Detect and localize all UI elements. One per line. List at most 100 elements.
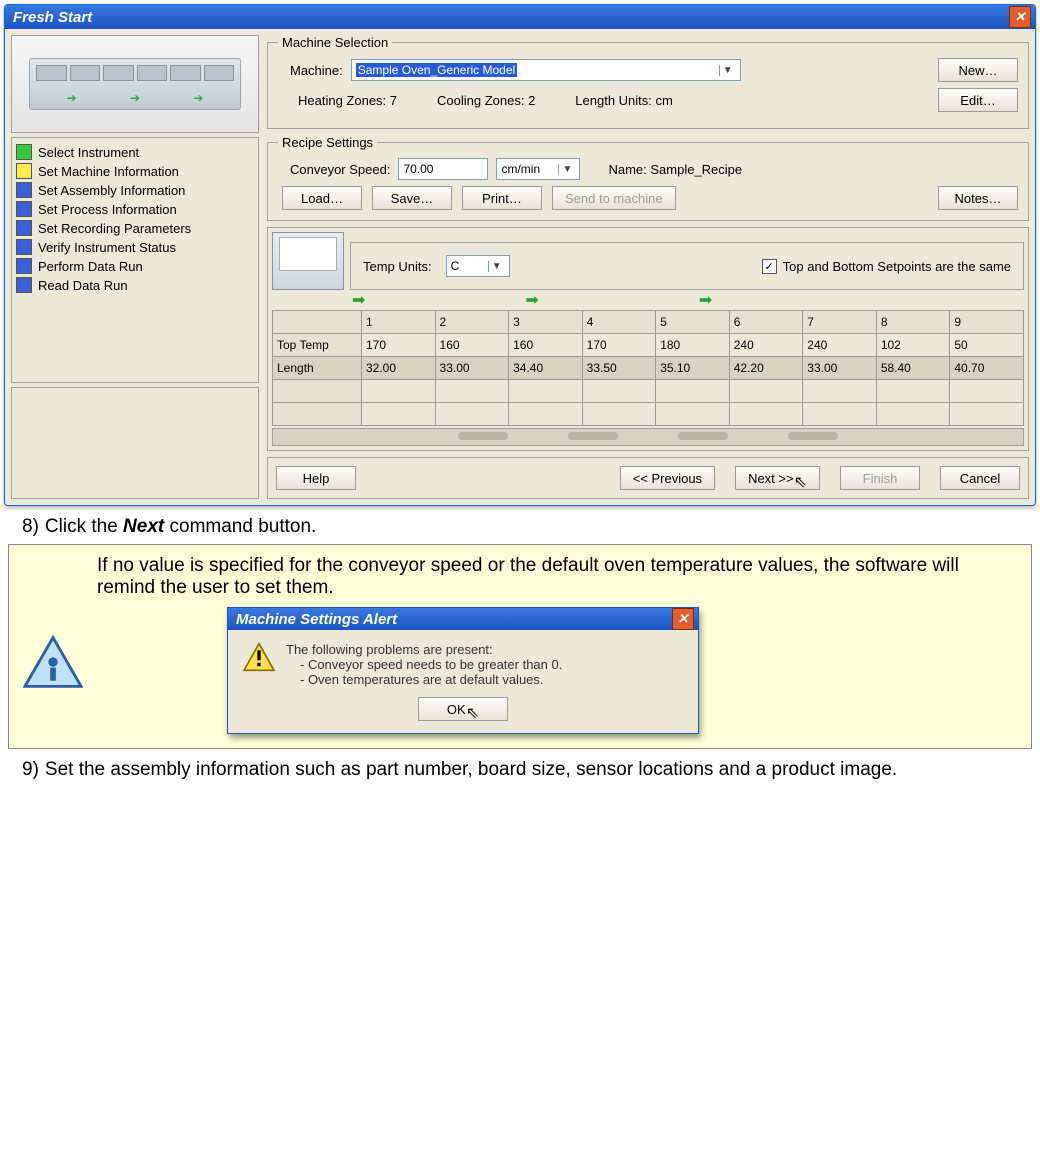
step-status-icon (16, 277, 32, 293)
temp-unit-value: C (451, 259, 460, 273)
wizard-step[interactable]: Set Recording Parameters (16, 220, 252, 236)
info-triangle-icon (23, 635, 83, 689)
conveyor-unit-dropdown[interactable]: cm/min ▼ (496, 158, 580, 180)
step-status-icon (16, 201, 32, 217)
step-status-icon (16, 182, 32, 198)
zone-header: 9 (950, 311, 1024, 334)
next-button[interactable]: Next >>⇖ (735, 466, 820, 490)
machine-dropdown[interactable]: Sample Oven_Generic Model ▼ (351, 59, 741, 81)
length-units-label: Length Units: cm (575, 93, 673, 108)
fresh-start-titlebar[interactable]: Fresh Start ✕ (5, 5, 1035, 29)
arrow-icon: ➡ (352, 290, 365, 310)
wizard-step[interactable]: Read Data Run (16, 277, 252, 293)
heating-zones-label: Heating Zones: 7 (298, 93, 397, 108)
temp-units-label: Temp Units: (363, 259, 432, 274)
close-icon[interactable]: ✕ (672, 608, 694, 630)
zone-header: 4 (582, 311, 656, 334)
zone-cell[interactable]: 50 (950, 334, 1024, 357)
step-status-icon (16, 163, 32, 179)
zone-cell[interactable]: 58.40 (876, 357, 950, 380)
same-setpoints-checkbox[interactable]: ✓ (762, 259, 777, 274)
alert-line-2: - Oven temperatures are at default value… (300, 672, 562, 687)
wizard-step[interactable]: Set Assembly Information (16, 182, 252, 198)
machine-value: Sample Oven_Generic Model (356, 63, 517, 77)
zone-cell[interactable]: 240 (729, 334, 803, 357)
zone-cell[interactable]: 160 (435, 334, 509, 357)
alert-dialog: Machine Settings Alert ✕ The following p… (227, 607, 699, 734)
zone-cell[interactable]: 32.00 (362, 357, 436, 380)
print-button[interactable]: Print… (462, 186, 542, 210)
alert-title: Machine Settings Alert (236, 611, 397, 628)
edit-machine-button[interactable]: Edit… (938, 88, 1018, 112)
wizard-step[interactable]: Set Process Information (16, 201, 252, 217)
zone-cell[interactable]: 240 (803, 334, 877, 357)
next-label: Next >> (748, 471, 794, 486)
zone-cell[interactable]: 40.70 (950, 357, 1024, 380)
zone-cell[interactable]: 42.20 (729, 357, 803, 380)
step-status-icon (16, 258, 32, 274)
temp-unit-dropdown[interactable]: C ▼ (446, 255, 510, 277)
alert-line-1: - Conveyor speed needs to be greater tha… (300, 657, 562, 672)
zone-cell[interactable]: 170 (362, 334, 436, 357)
window-title: Fresh Start (13, 9, 92, 26)
zone-header: 5 (656, 311, 730, 334)
instruction-9-text: Set the assembly information such as par… (45, 759, 897, 780)
recipe-settings-group: Recipe Settings Conveyor Speed: cm/min ▼… (267, 135, 1029, 221)
alert-titlebar[interactable]: Machine Settings Alert ✕ (228, 608, 698, 630)
zone-cell[interactable]: 34.40 (509, 357, 583, 380)
zone-header: 8 (876, 311, 950, 334)
wizard-step[interactable]: Set Machine Information (16, 163, 252, 179)
arrow-icon: ➡ (525, 290, 538, 310)
zone-row-header: Top Temp (273, 334, 362, 357)
wizard-step[interactable]: Select Instrument (16, 144, 252, 160)
load-button[interactable]: Load… (282, 186, 362, 210)
zone-table[interactable]: 123456789Top Temp17016016017018024024010… (272, 310, 1024, 426)
save-button[interactable]: Save… (372, 186, 452, 210)
zone-cell[interactable]: 33.00 (803, 357, 877, 380)
zone-cell[interactable]: 180 (656, 334, 730, 357)
monitor-icon (272, 232, 344, 290)
zone-header: 2 (435, 311, 509, 334)
arrow-icon: ➔ (193, 91, 203, 105)
horizontal-scrollbar[interactable] (272, 428, 1024, 446)
blank-panel (11, 387, 259, 499)
zone-header: 1 (362, 311, 436, 334)
arrow-icon: ➔ (67, 91, 77, 105)
zone-cell[interactable]: 35.10 (656, 357, 730, 380)
wizard-steps-list: Select Instrument Set Machine Information… (11, 137, 259, 383)
zone-cell[interactable]: 160 (509, 334, 583, 357)
help-button[interactable]: Help (276, 466, 356, 490)
conveyor-label: Conveyor Speed: (290, 162, 390, 177)
cancel-button[interactable]: Cancel (940, 466, 1020, 490)
new-machine-button[interactable]: New… (938, 58, 1018, 82)
previous-button[interactable]: << Previous (620, 466, 715, 490)
zone-cell[interactable]: 102 (876, 334, 950, 357)
step-label: Read Data Run (38, 278, 128, 293)
step-status-icon (16, 144, 32, 160)
send-to-machine-button: Send to machine (552, 186, 676, 210)
wizard-nav: Help << Previous Next >>⇖ Finish Cancel (267, 457, 1029, 499)
cooling-zones-label: Cooling Zones: 2 (437, 93, 535, 108)
step-label: Set Recording Parameters (38, 221, 191, 236)
instruction-9: 9)Set the assembly information such as p… (22, 759, 1030, 781)
machine-label: Machine: (290, 63, 343, 78)
chevron-down-icon: ▼ (558, 164, 575, 175)
step-status-icon (16, 239, 32, 255)
zone-row-header: Length (273, 357, 362, 380)
ok-button[interactable]: OK⇖ (418, 697, 508, 721)
wizard-step[interactable]: Verify Instrument Status (16, 239, 252, 255)
chevron-down-icon: ▼ (719, 65, 736, 76)
wizard-step[interactable]: Perform Data Run (16, 258, 252, 274)
zone-cell[interactable]: 33.50 (582, 357, 656, 380)
conveyor-speed-input[interactable] (398, 158, 488, 180)
finish-button: Finish (840, 466, 920, 490)
conveyor-unit: cm/min (501, 162, 540, 176)
zone-cell[interactable]: 170 (582, 334, 656, 357)
cursor-icon: ⇖ (794, 472, 807, 492)
oven-thumbnail: ➔➔➔ (11, 35, 259, 133)
close-icon[interactable]: ✕ (1009, 6, 1031, 28)
machine-selection-group: Machine Selection Machine: Sample Oven_G… (267, 35, 1029, 129)
warning-icon (242, 642, 276, 672)
notes-button[interactable]: Notes… (938, 186, 1018, 210)
zone-cell[interactable]: 33.00 (435, 357, 509, 380)
